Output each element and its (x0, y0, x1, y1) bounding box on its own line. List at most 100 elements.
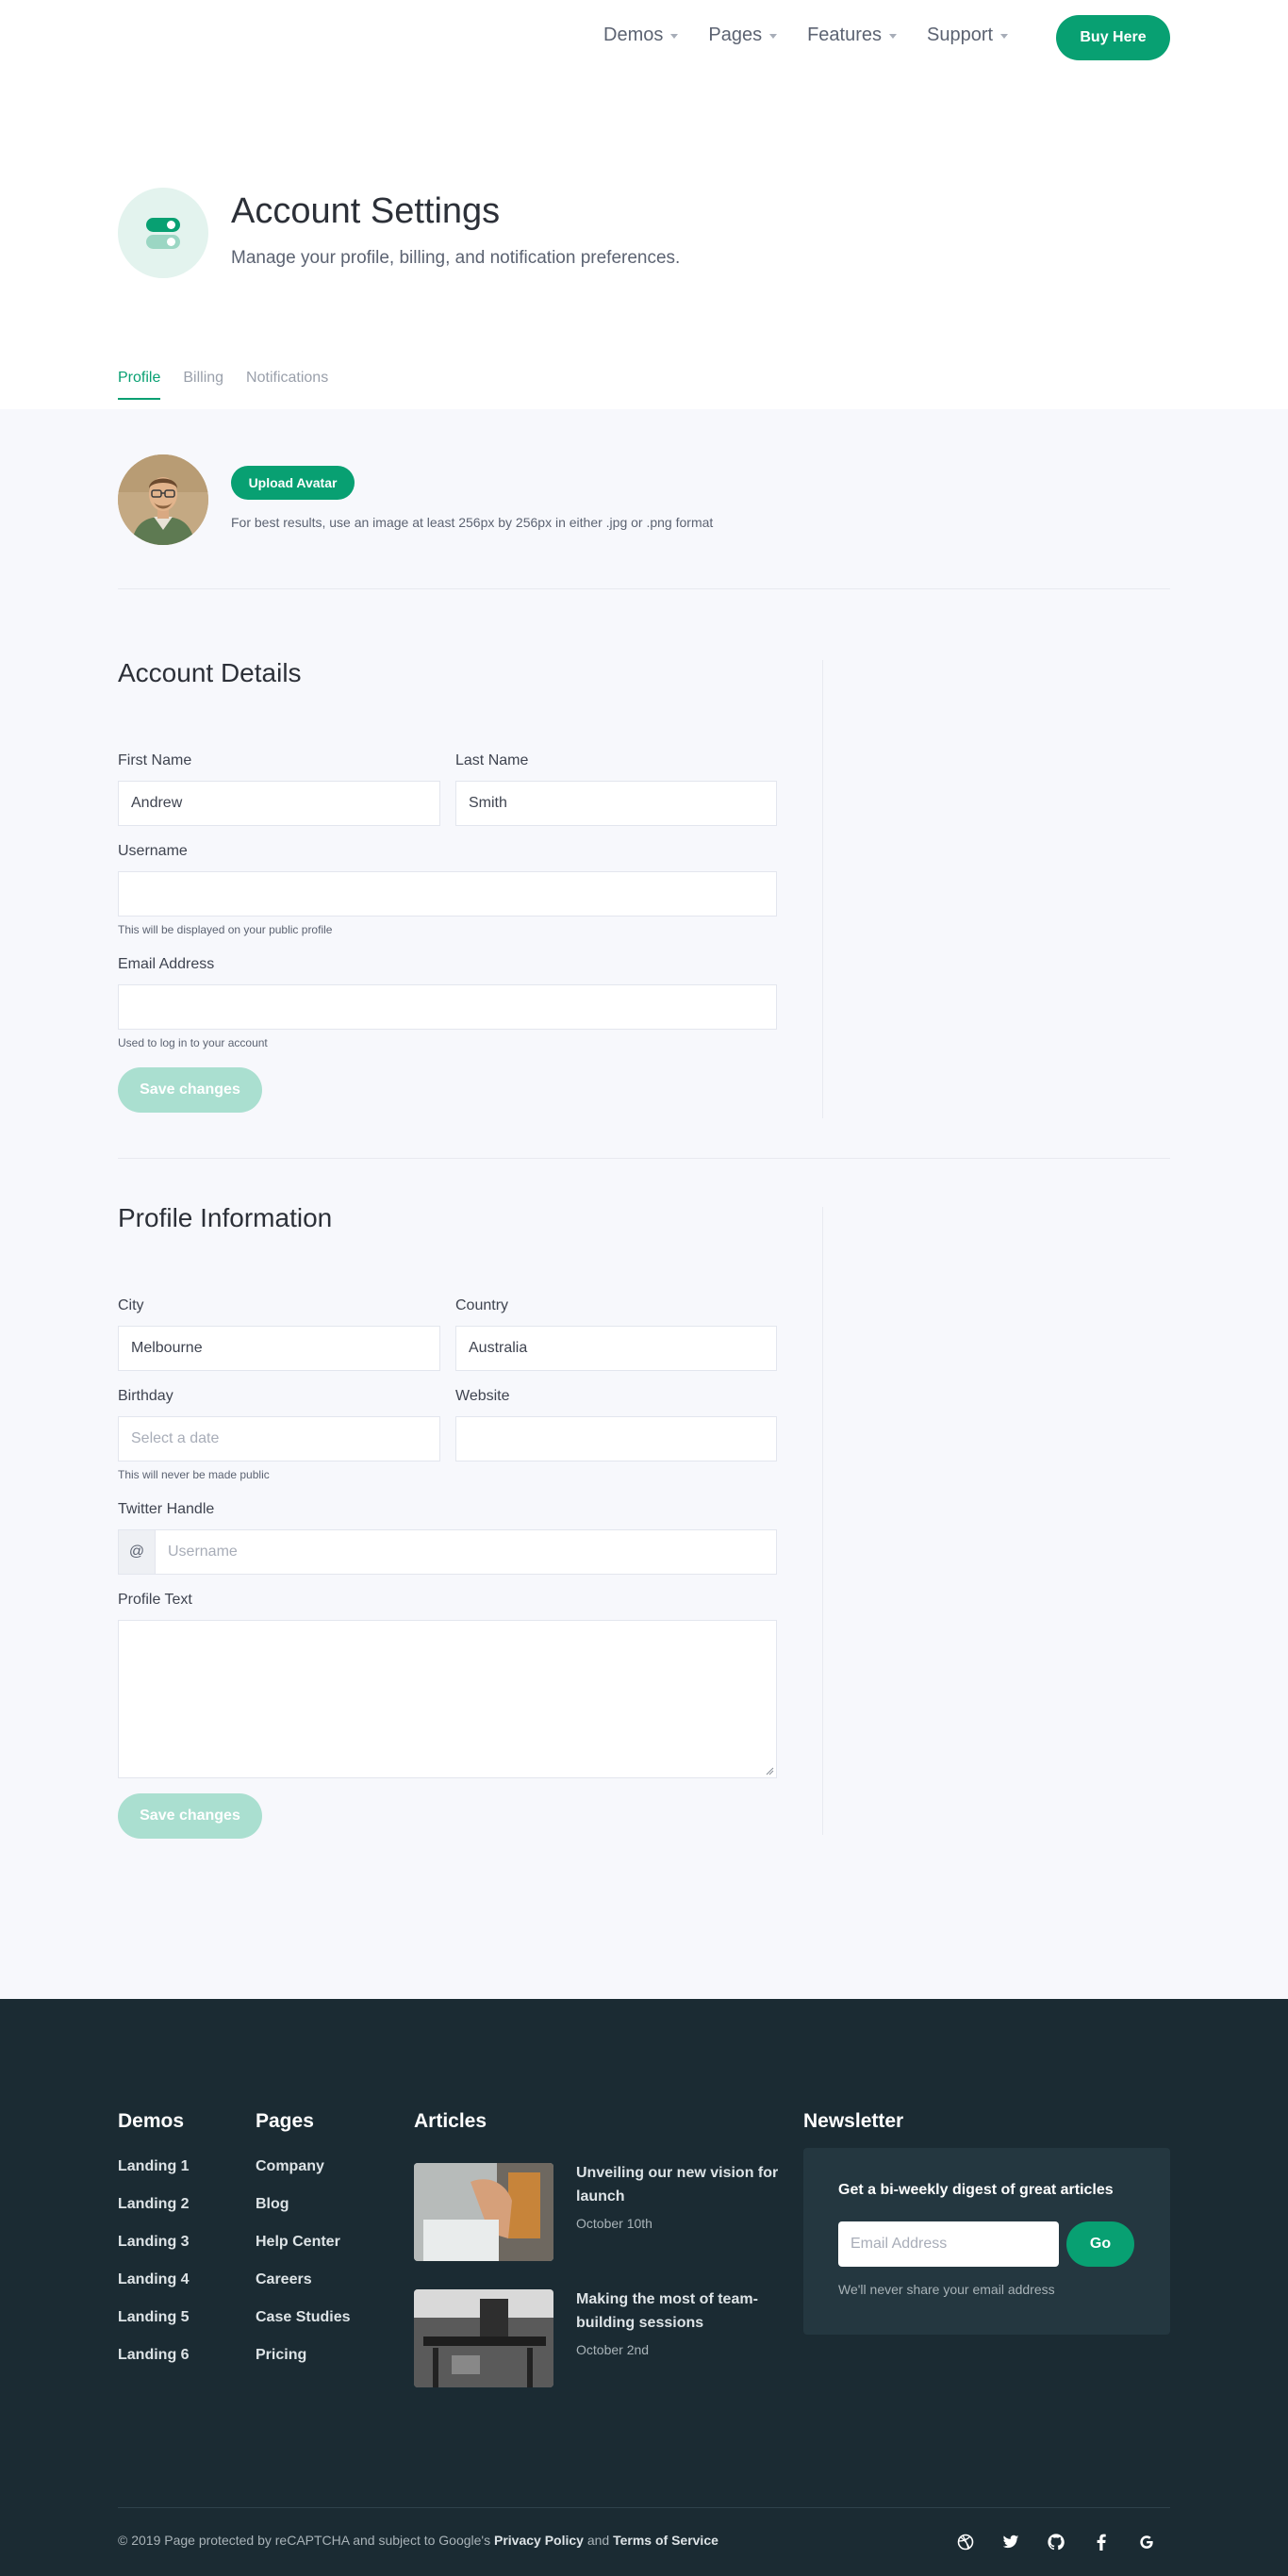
email-label: Email Address (118, 956, 215, 972)
toggle-knob (167, 238, 175, 246)
newsletter-heading: Get a bi-weekly digest of great articles (838, 2182, 1114, 2198)
article-image-icon (414, 2163, 553, 2261)
top-navbar: Demos Pages Features Support Buy Here (0, 0, 1288, 74)
birthday-date-field[interactable]: Select a date (118, 1416, 440, 1461)
profile-text-area[interactable] (118, 1620, 777, 1778)
copyright-and: and (586, 2533, 610, 2548)
twitter-icon-glyph (1002, 2535, 1019, 2549)
twitter-icon[interactable] (999, 2531, 1022, 2553)
caret-down-icon (1000, 34, 1009, 39)
twitter-handle-field[interactable]: Username (155, 1529, 777, 1575)
copyright-prefix: © 2019 Page protected by reCAPTCHA and s… (118, 2533, 491, 2548)
page-subtitle: Manage your profile, billing, and notifi… (231, 248, 681, 268)
city-field[interactable]: Melbourne (118, 1326, 440, 1371)
toggle-knob (167, 221, 175, 229)
section-divider (118, 588, 1170, 589)
nav-item-label: Pages (708, 25, 763, 45)
google-icon[interactable] (1135, 2531, 1158, 2553)
article-date-2: October 2nd (576, 2342, 650, 2357)
profile-text-label: Profile Text (118, 1592, 192, 1608)
tab-profile[interactable]: Profile (118, 370, 161, 400)
column-divider (822, 1207, 823, 1835)
birthday-label: Birthday (118, 1388, 173, 1404)
copyright-text: © 2019 Page protected by reCAPTCHA and s… (118, 2533, 718, 2548)
terms-of-service-link[interactable]: Terms of Service (613, 2533, 718, 2548)
toggle-off-icon (146, 235, 180, 249)
facebook-icon[interactable] (1090, 2531, 1113, 2553)
at-sign-addon: @ (118, 1529, 156, 1575)
footer-pages-title: Pages (256, 2110, 314, 2132)
nav-item-support[interactable]: Support (927, 25, 1009, 46)
footer-link-blog[interactable]: Blog (256, 2196, 289, 2213)
page-title: Account Settings (231, 191, 501, 231)
github-icon-glyph (1048, 2534, 1065, 2551)
footer-link-landing-1[interactable]: Landing 1 (118, 2158, 190, 2175)
first-name-label: First Name (118, 752, 192, 768)
facebook-icon-glyph (1097, 2534, 1106, 2551)
newsletter-go-button[interactable]: Go (1066, 2221, 1134, 2267)
footer-divider (118, 2507, 1170, 2508)
upload-hint: For best results, use an image at least … (231, 515, 714, 530)
nav-item-label: Demos (603, 25, 664, 45)
article-title-1[interactable]: Unveiling our new vision for launch (576, 2161, 784, 2208)
footer-link-landing-6[interactable]: Landing 6 (118, 2347, 190, 2364)
settings-toggle-icon (118, 188, 208, 278)
last-name-label: Last Name (455, 752, 529, 768)
footer-link-landing-2[interactable]: Landing 2 (118, 2196, 190, 2213)
country-field[interactable]: Australia (455, 1326, 777, 1371)
article-title-2[interactable]: Making the most of team-building session… (576, 2287, 784, 2335)
settings-main: Upload Avatar For best results, use an i… (0, 409, 1288, 1999)
footer-link-company[interactable]: Company (256, 2158, 324, 2175)
newsletter-note: We'll never share your email address (838, 2282, 1055, 2297)
column-divider (822, 660, 823, 1118)
newsletter-email-input[interactable]: Email Address (838, 2221, 1059, 2267)
country-label: Country (455, 1297, 509, 1313)
article-thumbnail[interactable] (414, 2163, 553, 2261)
nav-item-label: Support (927, 25, 994, 45)
website-label: Website (455, 1388, 510, 1404)
article-date-1: October 10th (576, 2216, 652, 2231)
section-divider (118, 1158, 1170, 1159)
website-field[interactable] (455, 1416, 777, 1461)
dribbble-icon-glyph (957, 2534, 974, 2551)
caret-down-icon (670, 34, 679, 39)
last-name-field[interactable]: Smith (455, 781, 777, 826)
footer-articles-title: Articles (414, 2110, 487, 2132)
footer-link-case-studies[interactable]: Case Studies (256, 2309, 350, 2326)
footer-link-pricing[interactable]: Pricing (256, 2347, 306, 2364)
article-thumbnail[interactable] (414, 2289, 553, 2387)
footer-link-landing-4[interactable]: Landing 4 (118, 2271, 190, 2288)
article-image-icon (414, 2289, 553, 2387)
footer-link-careers[interactable]: Careers (256, 2271, 312, 2288)
username-help: This will be displayed on your public pr… (118, 923, 333, 936)
github-icon[interactable] (1045, 2531, 1067, 2553)
nav-item-features[interactable]: Features (807, 25, 898, 46)
nav-item-pages[interactable]: Pages (708, 25, 778, 46)
profile-save-button[interactable]: Save changes (118, 1793, 262, 1839)
footer-link-landing-5[interactable]: Landing 5 (118, 2309, 190, 2326)
tab-notifications[interactable]: Notifications (246, 370, 328, 400)
resize-handle-icon[interactable] (766, 1767, 774, 1775)
caret-down-icon (769, 34, 778, 39)
birthday-help: This will never be made public (118, 1468, 270, 1481)
google-icon-glyph (1140, 2535, 1153, 2549)
avatar-photo-icon (118, 454, 208, 545)
avatar (118, 454, 208, 545)
footer-newsletter-title: Newsletter (803, 2110, 904, 2132)
username-field[interactable] (118, 871, 777, 916)
caret-down-icon (889, 34, 898, 39)
buy-here-button[interactable]: Buy Here (1056, 15, 1170, 60)
account-save-button[interactable]: Save changes (118, 1067, 262, 1113)
privacy-policy-link[interactable]: Privacy Policy (494, 2533, 584, 2548)
city-label: City (118, 1297, 144, 1313)
nav-item-demos[interactable]: Demos (603, 25, 679, 46)
newsletter-box: Get a bi-weekly digest of great articles… (803, 2148, 1170, 2335)
email-field[interactable] (118, 984, 777, 1030)
tab-billing[interactable]: Billing (183, 370, 223, 400)
nav-menu: Demos Pages Features Support (603, 25, 1038, 46)
footer-link-help-center[interactable]: Help Center (256, 2234, 340, 2251)
dribbble-icon[interactable] (954, 2531, 977, 2553)
footer-link-landing-3[interactable]: Landing 3 (118, 2234, 190, 2251)
first-name-field[interactable]: Andrew (118, 781, 440, 826)
upload-avatar-button[interactable]: Upload Avatar (231, 466, 355, 500)
